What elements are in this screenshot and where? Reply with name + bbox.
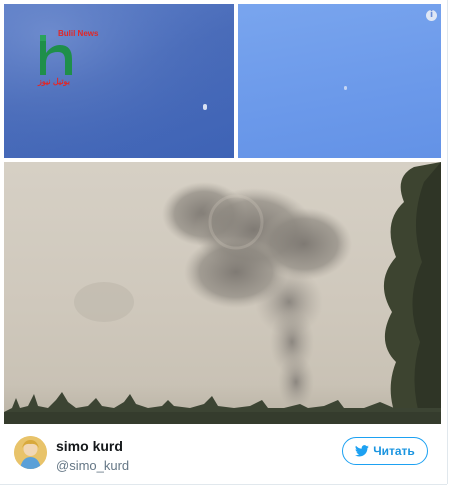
follow-button[interactable]: Читать xyxy=(342,437,428,465)
divider xyxy=(0,484,447,485)
tweet-card: Bulil News بوتيل نيوز i simo kurd @simo_… xyxy=(0,0,448,485)
user-handle[interactable]: @simo_kurd xyxy=(56,458,129,473)
flying-object xyxy=(344,86,347,90)
news-logo-watermark: Bulil News بوتيل نيوز xyxy=(30,29,98,89)
follow-button-label: Читать xyxy=(373,444,415,458)
smoke-scene xyxy=(4,162,441,424)
photo-2[interactable]: i xyxy=(238,4,441,158)
media-grid: Bulil News بوتيل نيوز i xyxy=(4,4,441,424)
photo-3[interactable] xyxy=(4,162,441,424)
avatar[interactable] xyxy=(14,436,47,469)
tweet-author-bar: simo kurd @simo_kurd Читать xyxy=(4,424,441,484)
twitter-bird-icon xyxy=(355,445,369,457)
avatar-image xyxy=(14,436,47,469)
photo-1[interactable]: Bulil News بوتيل نيوز xyxy=(4,4,234,158)
flying-object xyxy=(203,104,207,110)
display-name[interactable]: simo kurd xyxy=(56,438,123,454)
info-icon[interactable]: i xyxy=(426,10,437,21)
watermark-arabic-text: بوتيل نيوز xyxy=(38,77,70,86)
watermark-brand-text: Bulil News xyxy=(58,29,99,38)
